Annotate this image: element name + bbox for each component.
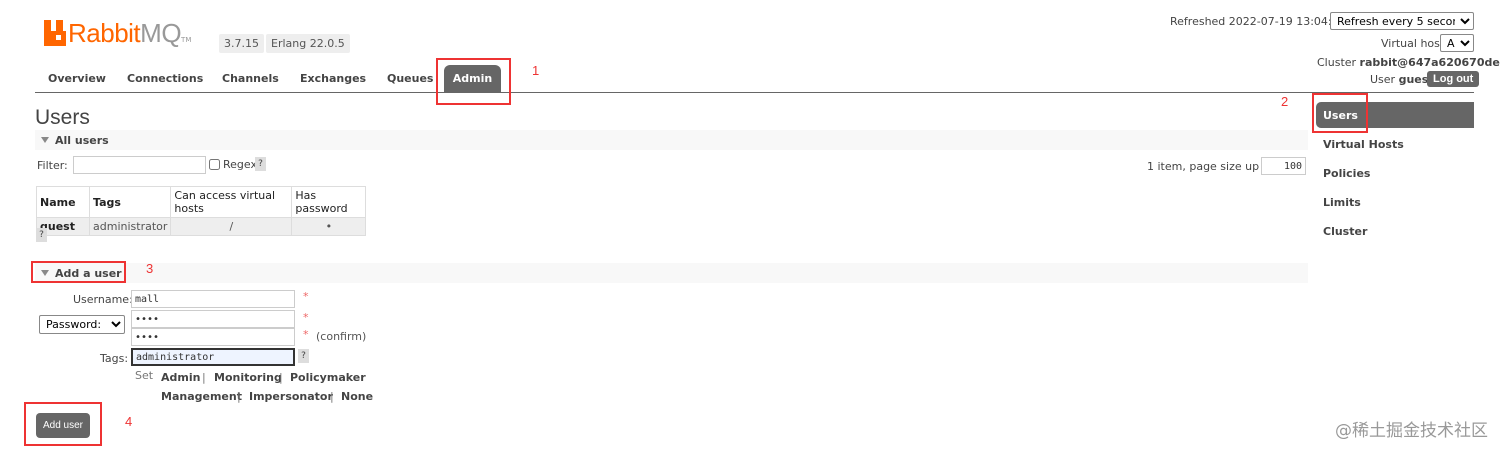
- column-header-has-password[interactable]: Has password: [291, 186, 367, 218]
- annotation-1: 1: [532, 63, 540, 78]
- tab-overview[interactable]: Overview: [48, 72, 106, 85]
- password-confirm-input[interactable]: [131, 328, 295, 346]
- tag-option-policymaker[interactable]: Policymaker: [290, 371, 366, 384]
- regex-help-icon[interactable]: ?: [255, 157, 266, 171]
- required-marker: *: [303, 290, 309, 303]
- regex-label: Regex: [223, 158, 257, 171]
- separator: |: [279, 371, 283, 384]
- tab-connections[interactable]: Connections: [127, 72, 203, 85]
- tab-channels[interactable]: Channels: [222, 72, 279, 85]
- column-header-vhosts[interactable]: Can access virtual hosts: [170, 186, 293, 218]
- tab-queues[interactable]: Queues: [387, 72, 433, 85]
- tags-help-icon[interactable]: ?: [298, 349, 309, 363]
- add-user-section-header[interactable]: Add a user: [35, 263, 1308, 283]
- table-row[interactable]: guest administrator / •: [36, 217, 367, 236]
- cell-vhosts: /: [170, 217, 293, 236]
- required-marker: *: [303, 311, 309, 324]
- separator: |: [330, 390, 334, 403]
- refreshed-timestamp: Refreshed 2022-07-19 13:04:59: [1170, 15, 1346, 28]
- main-nav: Overview Connections Channels Exchanges …: [35, 65, 1474, 93]
- logo-trademark: TM: [181, 36, 192, 44]
- password-input[interactable]: [131, 310, 295, 328]
- required-marker: *: [303, 328, 309, 341]
- sidebar-item-cluster[interactable]: Cluster: [1323, 225, 1367, 238]
- separator: |: [237, 390, 241, 403]
- sidebar-item-virtual-hosts[interactable]: Virtual Hosts: [1323, 138, 1404, 151]
- annotation-3: 3: [146, 261, 154, 276]
- refresh-interval-select[interactable]: Refresh every 5 seconds: [1330, 12, 1474, 30]
- sidebar-item-policies[interactable]: Policies: [1323, 167, 1370, 180]
- pagination-text: 1 item, page size up to: [1147, 160, 1274, 173]
- table-header-row: Name Tags Can access virtual hosts Has p…: [36, 186, 367, 218]
- tag-option-management[interactable]: Management: [161, 390, 242, 403]
- tab-exchanges[interactable]: Exchanges: [300, 72, 366, 85]
- set-label: Set: [135, 369, 154, 382]
- username-input[interactable]: [131, 290, 295, 308]
- cell-has-password: •: [291, 217, 367, 236]
- erlang-version-badge: Erlang 22.0.5: [266, 34, 350, 53]
- tag-option-impersonator[interactable]: Impersonator: [249, 390, 333, 403]
- confirm-label: (confirm): [316, 330, 367, 343]
- highlight-box-users: [1312, 93, 1368, 133]
- highlight-box-add-user-button: [24, 402, 102, 446]
- sidebar-item-limits[interactable]: Limits: [1323, 196, 1361, 209]
- filter-label: Filter:: [37, 159, 68, 172]
- all-users-section-header[interactable]: All users: [35, 130, 1308, 150]
- table-help-icon[interactable]: ?: [36, 228, 47, 242]
- page-size-input[interactable]: [1261, 157, 1306, 175]
- column-header-name[interactable]: Name: [36, 186, 90, 218]
- column-header-tags[interactable]: Tags: [88, 186, 172, 218]
- cell-tags: administrator: [88, 217, 172, 236]
- page-title: Users: [35, 106, 90, 129]
- rabbit-logo-icon: [44, 20, 66, 46]
- all-users-label: All users: [55, 133, 109, 147]
- username-label: Username:: [73, 293, 133, 306]
- version-badge: 3.7.15: [219, 34, 264, 53]
- regex-checkbox[interactable]: [209, 159, 220, 170]
- annotation-4: 4: [125, 414, 133, 429]
- highlight-box-add-user: [31, 261, 126, 283]
- logo-text: RabbitMQ: [68, 17, 182, 48]
- separator: |: [202, 371, 206, 384]
- virtual-host-select[interactable]: All: [1440, 34, 1474, 52]
- tags-label: Tags:: [100, 352, 129, 365]
- collapse-triangle-icon: [41, 137, 49, 143]
- watermark-text: @稀土掘金技术社区: [1335, 421, 1488, 441]
- tags-input[interactable]: [131, 348, 295, 366]
- rabbitmq-logo[interactable]: RabbitMQ TM: [44, 18, 191, 48]
- virtual-host-label: Virtual host: [1381, 37, 1445, 50]
- users-table: Name Tags Can access virtual hosts Has p…: [36, 186, 367, 236]
- tag-option-admin[interactable]: Admin: [161, 371, 200, 384]
- annotation-2: 2: [1281, 94, 1289, 109]
- highlight-box-admin: [436, 58, 511, 105]
- password-mode-select[interactable]: Password:: [39, 315, 125, 334]
- filter-input[interactable]: [73, 156, 206, 174]
- tag-option-none[interactable]: None: [341, 390, 373, 403]
- tag-option-monitoring[interactable]: Monitoring: [214, 371, 282, 384]
